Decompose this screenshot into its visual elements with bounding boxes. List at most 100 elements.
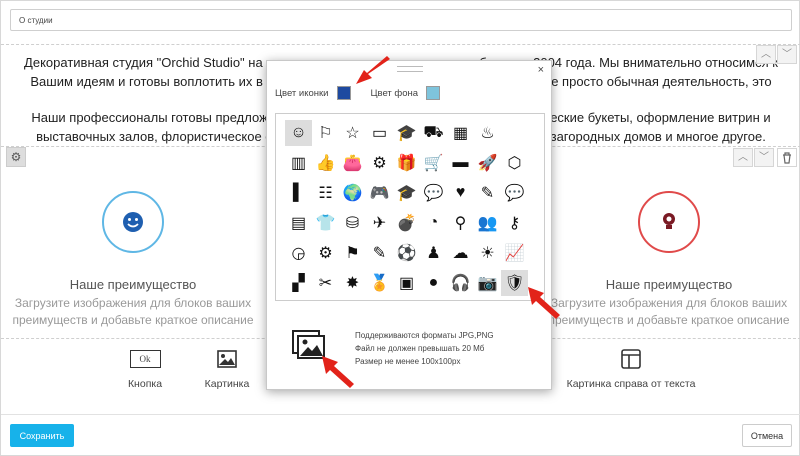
move-up-button[interactable]: ︿ — [733, 148, 753, 167]
upload-info-line: Поддерживаются форматы JPG,PNG — [355, 331, 494, 340]
upload-info: Поддерживаются форматы JPG,PNG Файл не д… — [355, 329, 494, 368]
advantage-title[interactable]: Наше преимущество — [539, 277, 799, 292]
icon-option[interactable]: ⚷ — [501, 210, 528, 236]
icon-option[interactable]: ⚲ — [447, 210, 474, 236]
icon-option[interactable]: ⚑ — [339, 240, 366, 266]
icon-option[interactable]: ☺ — [285, 120, 312, 146]
advantage-card[interactable]: Наше преимущество Загрузите изображения … — [539, 191, 799, 329]
annotation-arrow — [322, 356, 354, 388]
move-down-button[interactable]: ﹀ — [777, 45, 797, 64]
icon-option[interactable]: ⚐ — [312, 120, 339, 146]
move-down-button[interactable]: ﹀ — [754, 148, 774, 167]
icon-option[interactable]: ▥ — [285, 150, 312, 176]
trash-icon — [783, 152, 791, 164]
icon-option[interactable]: ☷ — [312, 180, 339, 206]
icon-grid: ☺ ⚐ ☆ ▭ 🎓 ⛟ ▦ ♨ ▥ 👍 👛 ⚙ 🎁 🛒 ▬ 🚀 ⬡ ▌ ☷ 🌍 🎮 🎓 💬 ♥ ✎ 💬 ▤ 👕 ⛁ ✈ 💣 ◔ ⚲ 👥 ⚷ ◶ ⚙ ⚑ ✎ ⚽… — [275, 113, 545, 301]
block-type-label: Кнопка — [127, 378, 163, 390]
icon-option[interactable]: 👍 — [312, 150, 339, 176]
icon-option[interactable]: 📷 — [474, 270, 501, 296]
icon-option[interactable]: ▌ — [285, 180, 312, 206]
advantage-desc[interactable]: Загрузите изображения для блоков ваших п… — [539, 295, 799, 329]
move-up-button[interactable]: ︿ — [756, 45, 776, 64]
icon-option[interactable]: ♟ — [420, 240, 447, 266]
advantage-desc[interactable]: Загрузите изображения для блоков ваших п… — [3, 295, 263, 329]
divider — [1, 44, 800, 45]
desc-line: преимуществ и добавьте краткое описание — [548, 313, 790, 327]
upload-info-line: Размер не менее 100x100px — [355, 357, 461, 366]
image-icon — [217, 350, 237, 368]
icon-option[interactable]: 🚀 — [474, 150, 501, 176]
block-settings-button[interactable]: ⚙ — [6, 147, 26, 167]
cancel-button[interactable]: Отмена — [742, 424, 792, 447]
icon-option[interactable]: 🌍 — [339, 180, 366, 206]
icon-option[interactable]: ⚙ — [366, 150, 393, 176]
icon-option[interactable]: 👥 — [474, 210, 501, 236]
icon-option[interactable]: 💣 — [393, 210, 420, 236]
drag-handle[interactable] — [397, 66, 423, 72]
save-button[interactable]: Сохранить — [10, 424, 74, 447]
block-type-label: Картинка справа от текста — [566, 378, 696, 390]
upload-info-line: Файл не должен превышать 20 Мб — [355, 344, 485, 353]
icon-color-swatch[interactable] — [336, 86, 351, 100]
icon-option[interactable]: ◶ — [285, 240, 312, 266]
advantage-icon-circle[interactable] — [102, 191, 164, 253]
desc-line: Загрузите изображения для блоков ваших — [14, 296, 252, 310]
icon-option[interactable]: ☀ — [474, 240, 501, 266]
bg-color-swatch[interactable] — [426, 86, 441, 100]
icon-option[interactable]: 👕 — [312, 210, 339, 236]
icon-option[interactable]: ⚽ — [393, 240, 420, 266]
advantage-title[interactable]: Наше преимущество — [3, 277, 263, 292]
icon-option[interactable]: 💬 — [501, 180, 528, 206]
icon-option[interactable]: 🛡 — [501, 270, 528, 296]
icon-option[interactable]: 🛒 — [420, 150, 447, 176]
icon-option[interactable]: ▤ — [285, 210, 312, 236]
icon-option[interactable]: ♨ — [474, 120, 501, 146]
icon-option[interactable]: 🎁 — [393, 150, 420, 176]
icon-option[interactable]: 🎧 — [447, 270, 474, 296]
icon-option[interactable]: ● — [420, 270, 447, 296]
block-type-image[interactable]: Картинка — [197, 346, 257, 390]
icon-option[interactable]: ⚙ — [312, 240, 339, 266]
icon-option[interactable]: ✂ — [312, 270, 339, 296]
icon-option[interactable]: ⬡ — [501, 150, 528, 176]
icon-option[interactable]: ▞ — [285, 270, 312, 296]
icon-option[interactable]: ♥ — [447, 180, 474, 206]
block-type-button[interactable]: Ok Кнопка — [115, 346, 175, 390]
smile-icon — [123, 212, 143, 232]
icon-option[interactable]: ▬ — [447, 150, 474, 176]
icon-color-label: Цвет иконки — [275, 87, 329, 99]
icon-option[interactable]: 👛 — [339, 150, 366, 176]
annotation-arrow — [356, 56, 390, 84]
icon-option[interactable]: 🏅 — [366, 270, 393, 296]
desc-line: Загрузите изображения для блоков ваших — [550, 296, 788, 310]
icon-option[interactable]: ✎ — [474, 180, 501, 206]
icon-option[interactable]: ☆ — [339, 120, 366, 146]
icon-option[interactable]: ☁ — [447, 240, 474, 266]
icon-option[interactable]: ⛁ — [339, 210, 366, 236]
advantage-card[interactable]: Наше преимущество Загрузите изображения … — [3, 191, 263, 329]
icon-option[interactable]: ⛟ — [420, 120, 447, 146]
bg-color-label: Цвет фона — [370, 87, 419, 99]
icon-option[interactable]: ▣ — [393, 270, 420, 296]
icon-option[interactable]: 🎓 — [393, 120, 420, 146]
section-title-input[interactable]: О студии — [10, 9, 792, 31]
icon-option[interactable]: ▦ — [447, 120, 474, 146]
gear-icon: ⚙ — [10, 150, 22, 164]
close-icon[interactable]: × — [538, 64, 544, 76]
icon-option[interactable]: 💬 — [420, 180, 447, 206]
button-icon: Ok — [129, 350, 161, 368]
block-type-image-right[interactable]: Картинка справа от текста — [561, 346, 701, 390]
icon-option[interactable]: ✸ — [339, 270, 366, 296]
icon-option[interactable]: ✈ — [366, 210, 393, 236]
icon-picker-dialog: × Цвет иконки Цвет фона ☺ ⚐ ☆ ▭ 🎓 ⛟ ▦ ♨ ▥ 👍 👛 ⚙ 🎁 🛒 ▬ 🚀… — [266, 60, 552, 390]
delete-button[interactable] — [777, 148, 797, 167]
advantage-icon-circle[interactable] — [638, 191, 700, 253]
icon-option[interactable]: ◔ — [420, 210, 447, 236]
icon-option[interactable]: 🎮 — [366, 180, 393, 206]
icon-option[interactable]: 📈 — [501, 240, 528, 266]
lightbulb-icon — [663, 213, 675, 229]
icon-option[interactable]: 🎓 — [393, 180, 420, 206]
layout-icon — [621, 349, 641, 369]
icon-option[interactable]: ✎ — [366, 240, 393, 266]
icon-option[interactable]: ▭ — [366, 120, 393, 146]
